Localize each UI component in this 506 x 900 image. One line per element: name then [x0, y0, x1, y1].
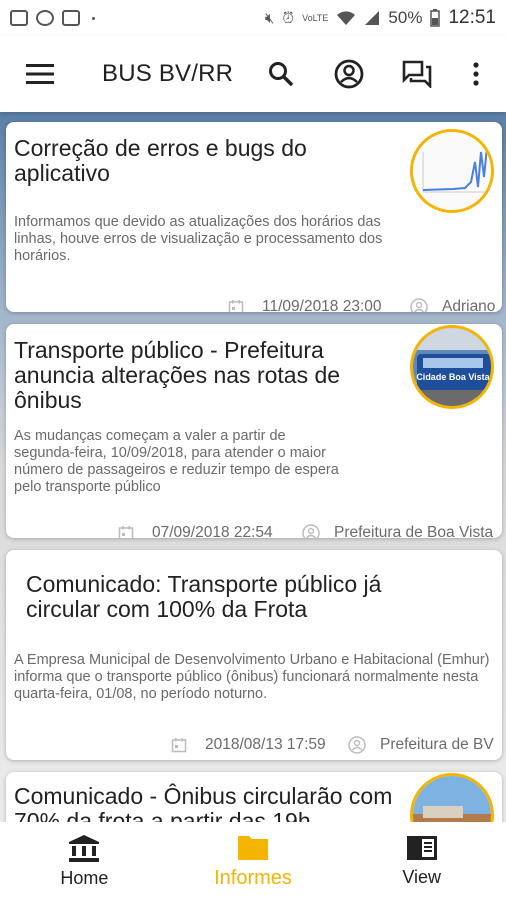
card-author-text: Prefeitura de BV [380, 736, 494, 753]
search-button[interactable] [257, 50, 305, 98]
status-bar: 🔇︎ ⏰︎ VoLTE 50% 12:51 [0, 0, 506, 36]
search-icon [269, 62, 294, 87]
bottom-navigation: Home Informes View [0, 822, 506, 900]
bank-icon [69, 834, 100, 862]
card-title: Comunicado - Ônibus circularão com 70% d… [14, 783, 393, 823]
account-circle-icon [334, 59, 364, 89]
card-description: A Empresa Municipal de Desenvolvimento U… [14, 652, 490, 702]
person-icon [410, 298, 428, 312]
menu-button[interactable] [16, 50, 64, 98]
street-thumbnail-image [413, 776, 491, 822]
alarm-icon: ⏰︎ [282, 9, 295, 27]
mute-icon: 🔇︎ [264, 9, 275, 27]
chart-thumbnail-image [413, 132, 491, 210]
news-feed[interactable]: Correção de erros e bugs do aplicativo I… [0, 112, 506, 822]
app-toolbar: BUS BV/RR [0, 36, 506, 112]
more-vert-icon [473, 62, 479, 86]
card-thumbnail [410, 129, 494, 213]
nav-view[interactable]: View [337, 822, 506, 900]
card-author: Prefeitura de Boa Vista [302, 524, 493, 538]
card-author: Prefeitura de BV [348, 736, 494, 754]
notification-icons [10, 10, 95, 26]
nav-informes-label: Informes [214, 866, 292, 889]
clock: 12:51 [448, 7, 496, 28]
card-date-text: 11/09/2018 23:00 [262, 298, 382, 312]
whatsapp-notification-icon [36, 10, 54, 26]
card-date: 11/09/2018 23:00 [228, 298, 382, 312]
person-icon [302, 524, 320, 538]
card-author: Adriano [410, 298, 495, 312]
card-author-text: Adriano [442, 298, 496, 312]
volte-label: VoLTE [302, 12, 329, 23]
card-title: Correção de erros e bugs do aplicativo [14, 135, 307, 186]
news-card[interactable]: Comunicado: Transporte público já circul… [6, 550, 502, 760]
battery-icon [430, 9, 441, 27]
forum-icon [402, 60, 432, 88]
calendar-icon [118, 526, 134, 538]
bus-branding-text: Cidade Boa Vista [416, 372, 490, 382]
cast-notification-icon [62, 10, 80, 26]
battery-percent: 50% [388, 8, 423, 27]
nav-view-label: View [402, 866, 442, 887]
person-icon [348, 736, 366, 754]
hamburger-icon [26, 64, 54, 84]
bus-thumbnail-image: Cidade Boa Vista [413, 328, 491, 406]
book-icon [406, 835, 437, 860]
feedback-button[interactable] [393, 50, 441, 98]
signal-icon [365, 11, 380, 25]
card-author-text: Prefeitura de Boa Vista [334, 524, 494, 538]
overflow-menu-button[interactable] [452, 50, 500, 98]
news-card[interactable]: Transporte público - Prefeitura anuncia … [6, 324, 502, 538]
nav-home[interactable]: Home [0, 822, 169, 900]
folder-icon [238, 835, 268, 860]
card-thumbnail: Cidade Boa Vista [410, 325, 494, 409]
news-card[interactable]: Correção de erros e bugs do aplicativo I… [6, 122, 502, 312]
image-notification-icon [10, 10, 28, 26]
account-button[interactable] [325, 50, 373, 98]
card-title: Transporte público - Prefeitura anuncia … [14, 337, 341, 413]
wifi-icon [337, 11, 356, 25]
nav-informes[interactable]: Informes [169, 822, 338, 900]
nav-home-label: Home [60, 867, 109, 888]
card-description: As mudanças começam a valer a partir de … [14, 428, 339, 495]
more-notifications-icon [92, 16, 95, 20]
calendar-icon [171, 738, 187, 753]
card-date: 07/09/2018 22:54 [118, 524, 273, 538]
calendar-icon [228, 300, 244, 312]
app-title: BUS BV/RR [102, 60, 234, 87]
card-date-text: 2018/08/13 17:59 [205, 736, 326, 753]
card-date: 2018/08/13 17:59 [171, 736, 326, 754]
card-thumbnail [410, 773, 494, 822]
card-description: Informamos que devido as atualizações do… [14, 214, 383, 264]
card-date-text: 07/09/2018 22:54 [152, 524, 273, 538]
card-title: Comunicado: Transporte público já circul… [26, 571, 382, 622]
news-card[interactable]: Comunicado - Ônibus circularão com 70% d… [6, 772, 502, 822]
